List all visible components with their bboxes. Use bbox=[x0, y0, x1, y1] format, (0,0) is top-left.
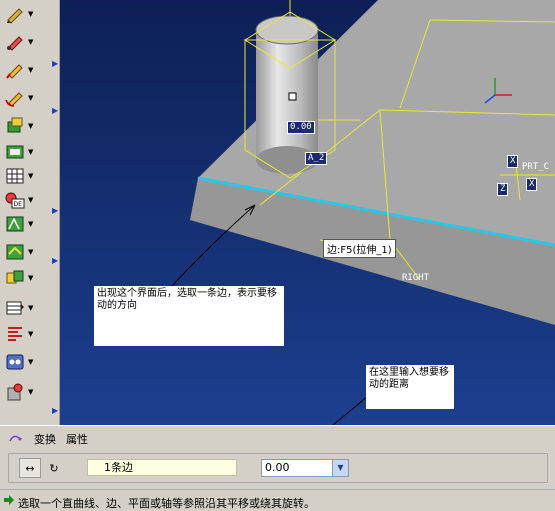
toolbar-button-1[interactable]: ▼ bbox=[4, 2, 44, 26]
dashboard-panel: 变换 属性 ↔ ↻ 1条边 0.00 ▼ bbox=[0, 425, 555, 487]
dashboard-tabs: 变换 属性 bbox=[8, 430, 88, 448]
distance-value: 0.00 bbox=[265, 461, 290, 474]
status-message: 选取一个直曲线、边、平面或轴等参照沿其平移或绕其旋转。 bbox=[18, 497, 315, 510]
toolbar-button-11[interactable]: ▼ bbox=[4, 266, 44, 290]
toolbar-button-5[interactable]: ▼ bbox=[4, 114, 44, 138]
move-copy-icon bbox=[7, 383, 23, 401]
annotation-distance-note: 在这里输入想要移动的距离 bbox=[366, 365, 454, 409]
toolbar-button-7[interactable]: ▼ bbox=[4, 164, 44, 188]
draft-icon bbox=[6, 216, 24, 232]
dashboard-controls: ↔ ↻ 1条边 0.00 ▼ bbox=[8, 453, 548, 483]
toolbar-flyout-arrow[interactable]: ▶ bbox=[52, 205, 60, 217]
left-toolbar: ▼ ▼ ▼ ▼ ▼ ▼ ▼ DE ▼ ▼ ▼ ▼ ▼ ▼ ▼ ▼ ▶ ▶ ▶ ▶… bbox=[0, 0, 60, 425]
annotation-direction-note: 出现这个界面后，选取一条边，表示要移动的方向 bbox=[94, 286, 284, 346]
datum-def-icon: DE bbox=[5, 192, 25, 209]
z-axis-label: Z bbox=[497, 183, 509, 196]
solidify-icon bbox=[8, 327, 22, 341]
toolbar-button-15[interactable]: ▼ bbox=[4, 380, 44, 404]
datum-value-label[interactable]: 0.00 bbox=[287, 121, 315, 134]
toolbar-button-3[interactable]: ▼ bbox=[4, 58, 44, 82]
distance-input[interactable]: 0.00 ▼ bbox=[261, 459, 349, 477]
tab-transform[interactable]: 变换 bbox=[34, 431, 56, 447]
toolbar-flyout-arrow[interactable]: ▶ bbox=[52, 255, 60, 267]
toolbar-button-4[interactable]: ▼ bbox=[4, 86, 44, 110]
merge-icon bbox=[6, 270, 24, 284]
status-bar: 选取一个直曲线、边、平面或轴等参照沿其平移或绕其旋转。 bbox=[0, 489, 555, 511]
toolbar-button-14[interactable]: ▼ bbox=[4, 350, 44, 374]
toolbar-flyout-arrow[interactable]: ▶ bbox=[52, 105, 60, 117]
edit-line-icon bbox=[7, 36, 23, 51]
pencil-sketch-icon bbox=[7, 8, 23, 24]
edge-tooltip: 边:F5(拉伸_1) bbox=[323, 239, 396, 258]
thicken-icon bbox=[6, 354, 24, 370]
edit-curve-icon bbox=[6, 64, 23, 79]
right-plane-label: RIGHT bbox=[402, 273, 430, 283]
distance-dropdown-button[interactable]: ▼ bbox=[332, 460, 348, 476]
toolbar-button-8[interactable]: DE ▼ bbox=[4, 188, 44, 212]
application-window: ▼ ▼ ▼ ▼ ▼ ▼ ▼ DE ▼ ▼ ▼ ▼ ▼ ▼ ▼ ▼ ▶ ▶ ▶ ▶… bbox=[0, 0, 555, 511]
toolbar-button-6[interactable]: ▼ bbox=[4, 140, 44, 164]
graphics-viewport[interactable]: 0.00 A_2 PRT_C X Z X RIGHT 边:F5(拉伸_1) 出现… bbox=[60, 0, 555, 425]
toolbar-button-12[interactable]: ▼ bbox=[4, 296, 44, 320]
toolbar-button-9[interactable]: ▼ bbox=[4, 212, 44, 236]
axis-label: A_2 bbox=[305, 152, 328, 165]
toolbar-button-13[interactable]: ▼ bbox=[4, 322, 44, 346]
extrude-icon bbox=[7, 117, 23, 133]
svg-text:DE: DE bbox=[14, 201, 23, 208]
reference-collector[interactable]: 1条边 bbox=[87, 459, 237, 476]
toolbar-flyout-arrow[interactable]: ▶ bbox=[52, 58, 60, 70]
rotate-mode-button[interactable]: ↻ bbox=[43, 458, 65, 478]
x-axis-label: X bbox=[507, 155, 519, 168]
rotate-icon: ↻ bbox=[49, 461, 59, 475]
toolbar-flyout-arrow[interactable]: ▶ bbox=[52, 405, 60, 417]
status-arrow-icon bbox=[4, 495, 14, 505]
toolbar-button-10[interactable]: ▼ bbox=[4, 240, 44, 264]
pattern-grid-icon bbox=[6, 168, 24, 184]
edit-arc-icon bbox=[5, 92, 23, 107]
revolve-icon bbox=[6, 145, 24, 159]
transform-icon bbox=[8, 433, 24, 445]
x2-axis-label: X bbox=[526, 178, 538, 191]
csys-label: PRT_C bbox=[522, 162, 550, 172]
trim-icon bbox=[6, 301, 24, 315]
toolbar-button-2[interactable]: ▼ bbox=[4, 30, 44, 54]
translate-mode-button[interactable]: ↔ bbox=[19, 458, 41, 478]
chevron-down-icon: ▼ bbox=[337, 463, 344, 472]
tab-properties[interactable]: 属性 bbox=[66, 431, 88, 447]
translate-arrows-icon: ↔ bbox=[25, 461, 35, 475]
offset-icon bbox=[6, 244, 24, 260]
model-scene bbox=[60, 0, 555, 425]
